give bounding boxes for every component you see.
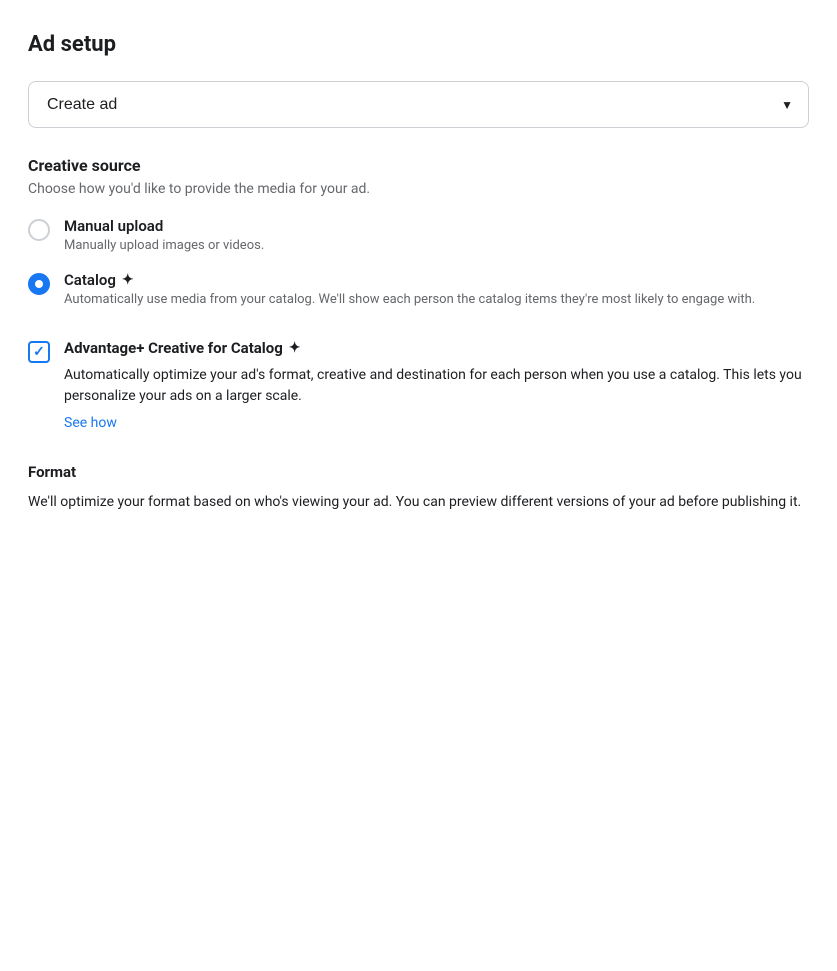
format-description: We'll optimize your format based on who'… [28, 491, 809, 513]
advantage-plus-description: Automatically optimize your ad's format,… [64, 365, 809, 407]
creative-source-description: Choose how you'd like to provide the med… [28, 181, 809, 197]
format-title: Format [28, 463, 809, 481]
catalog-title: Catalog ✦ [64, 271, 755, 289]
create-ad-dropdown[interactable]: Create ad Use existing post [28, 81, 809, 128]
advantage-plus-sparkle-icon: ✦ [289, 340, 301, 356]
manual-upload-title: Manual upload [64, 217, 264, 235]
creative-source-section: Creative source Choose how you'd like to… [28, 156, 809, 307]
see-how-link[interactable]: See how [64, 415, 809, 431]
format-section: Format We'll optimize your format based … [28, 463, 809, 513]
catalog-sparkle-icon: ✦ [122, 272, 134, 288]
advantage-plus-section: ✓ Advantage+ Creative for Catalog ✦ Auto… [28, 335, 809, 435]
advantage-plus-title: Advantage+ Creative for Catalog ✦ [64, 339, 809, 357]
manual-upload-radio[interactable] [28, 219, 50, 241]
catalog-option[interactable]: Catalog ✦ Automatically use media from y… [28, 271, 809, 307]
manual-upload-option[interactable]: Manual upload Manually upload images or … [28, 217, 809, 253]
catalog-subtitle: Automatically use media from your catalo… [64, 292, 755, 307]
catalog-radio[interactable] [28, 273, 50, 295]
advantage-plus-content: Advantage+ Creative for Catalog ✦ Automa… [64, 339, 809, 431]
creative-source-label: Creative source [28, 156, 809, 175]
create-ad-dropdown-wrapper: Create ad Use existing post ▼ [28, 81, 809, 128]
creative-source-radio-group: Manual upload Manually upload images or … [28, 217, 809, 307]
manual-upload-subtitle: Manually upload images or videos. [64, 238, 264, 253]
page-title: Ad setup [28, 32, 809, 57]
checkmark-icon: ✓ [33, 345, 45, 359]
advantage-plus-checkbox[interactable]: ✓ [28, 341, 50, 363]
manual-upload-content: Manual upload Manually upload images or … [64, 217, 264, 253]
ad-setup-dropdown-container: Create ad Use existing post ▼ [28, 81, 809, 128]
catalog-content: Catalog ✦ Automatically use media from y… [64, 271, 755, 307]
